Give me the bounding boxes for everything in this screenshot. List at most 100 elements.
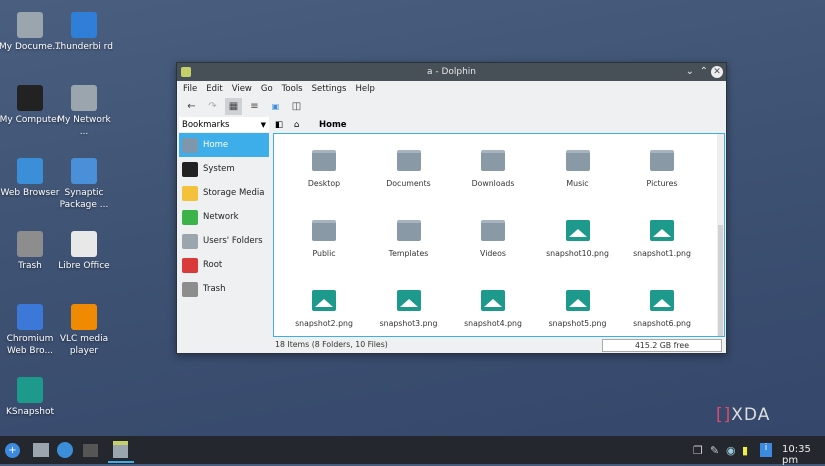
image-file-icon xyxy=(565,290,590,311)
desktop-icon[interactable]: Libre Office xyxy=(52,231,116,272)
places-item[interactable]: Home xyxy=(179,133,269,157)
desktop-icon-glyph xyxy=(71,12,97,38)
icons-view-icon[interactable]: ▦ xyxy=(225,98,242,115)
toolbar: ← ↷ ▦ ≡ ▣ ◫ xyxy=(177,97,726,116)
places-item[interactable]: Root xyxy=(179,253,269,277)
place-icon xyxy=(182,137,198,153)
folder-icon xyxy=(481,220,505,241)
file-item[interactable]: snapshot6.png xyxy=(620,290,704,328)
places-item[interactable]: Users' Folders xyxy=(179,229,269,253)
status-bar: 18 Items (8 Folders, 10 Files) 415.2 GB … xyxy=(273,337,724,353)
app-icon xyxy=(181,67,191,77)
dolphin-taskbar-icon[interactable] xyxy=(113,441,128,458)
file-name: Pictures xyxy=(646,179,678,188)
places-item-label: Users' Folders xyxy=(203,236,263,246)
menu-go[interactable]: Go xyxy=(261,81,273,97)
desktop-icon-label: My Network ... xyxy=(57,115,111,137)
software-center-icon[interactable] xyxy=(83,444,98,457)
places-item-label: System xyxy=(203,164,235,174)
menu-help[interactable]: Help xyxy=(356,81,375,97)
back-icon[interactable]: ← xyxy=(183,98,200,115)
file-name: Videos xyxy=(480,249,506,258)
places-item[interactable]: Network xyxy=(179,205,269,229)
file-item[interactable]: snapshot10.png xyxy=(536,220,620,258)
split-view-icon[interactable]: ◫ xyxy=(288,98,305,115)
panel-toggle-icon[interactable]: ◧ xyxy=(275,117,283,133)
file-item[interactable]: Templates xyxy=(367,220,451,258)
clipboard-icon[interactable]: ❐ xyxy=(693,444,703,457)
file-name: snapshot3.png xyxy=(379,319,438,328)
desktop-icon[interactable]: My Network ... xyxy=(52,85,116,138)
places-item[interactable]: Storage Media xyxy=(179,181,269,205)
battery-icon[interactable]: ▮ xyxy=(742,444,748,457)
forward-icon[interactable]: ↷ xyxy=(204,98,221,115)
places-item[interactable]: System xyxy=(179,157,269,181)
home-icon[interactable]: ⌂ xyxy=(294,117,299,133)
file-name: snapshot4.png xyxy=(464,319,522,328)
place-icon xyxy=(182,281,198,297)
start-menu-button[interactable]: + xyxy=(5,443,20,458)
dropdown-icon: ▼ xyxy=(260,121,266,129)
file-item[interactable]: Pictures xyxy=(620,150,704,188)
places-item-label: Root xyxy=(203,260,223,270)
desktop-icon-label: Synaptic Package ... xyxy=(59,188,109,210)
places-selector[interactable]: Bookmarks ▼ xyxy=(179,117,269,132)
image-file-icon xyxy=(396,290,421,311)
file-item[interactable]: snapshot3.png xyxy=(367,290,451,328)
desktop-icon[interactable]: KSnapshot xyxy=(0,377,62,418)
places-item[interactable]: Trash xyxy=(179,277,269,301)
network-icon[interactable]: ◉ xyxy=(726,444,736,457)
title-bar: a - Dolphin ⌄ ⌃ ✕ xyxy=(177,63,726,81)
window-title: a - Dolphin xyxy=(426,67,477,77)
places-panel: Home System Storage Media Network Users' Fol… xyxy=(179,133,269,301)
info-icon[interactable]: i xyxy=(760,443,772,457)
file-item[interactable]: snapshot1.png xyxy=(620,220,704,258)
details-view-icon[interactable]: ≡ xyxy=(246,98,263,115)
file-item[interactable]: snapshot2.png xyxy=(282,290,366,328)
desktop-icon[interactable]: VLC media player xyxy=(52,304,116,357)
folder-icon xyxy=(650,150,674,171)
clock[interactable]: 10:35 pm xyxy=(782,444,825,466)
scrollbar-thumb[interactable] xyxy=(718,224,723,336)
desktop-icon-glyph xyxy=(17,85,43,111)
maximize-button[interactable]: ⌃ xyxy=(700,63,708,81)
folder-icon xyxy=(565,150,590,171)
place-icon xyxy=(182,185,198,201)
file-name: Music xyxy=(566,179,589,188)
desktop-icon-glyph xyxy=(71,158,97,184)
image-file-icon xyxy=(565,220,590,241)
file-item[interactable]: snapshot5.png xyxy=(536,290,620,328)
menu-file[interactable]: File xyxy=(183,81,197,97)
file-item[interactable]: Documents xyxy=(367,150,451,188)
menu-tools[interactable]: Tools xyxy=(282,81,303,97)
desktop-icon-label: Thunderbi rd xyxy=(55,42,113,52)
desktop-icon[interactable]: Synaptic Package ... xyxy=(52,158,116,211)
minimize-button[interactable]: ⌄ xyxy=(686,63,694,81)
file-item[interactable]: Desktop xyxy=(282,150,366,188)
menu-edit[interactable]: Edit xyxy=(206,81,222,97)
file-name: Desktop xyxy=(307,179,341,188)
desktop-icon[interactable]: Thunderbi rd xyxy=(52,12,116,53)
places-item-label: Storage Media xyxy=(203,188,265,198)
file-item[interactable]: Videos xyxy=(451,220,535,258)
xda-watermark: []XDA xyxy=(716,405,771,425)
preview-icon[interactable]: ▣ xyxy=(267,98,284,115)
file-name: snapshot1.png xyxy=(633,249,691,258)
show-desktop-icon[interactable] xyxy=(33,443,49,457)
web-browser-icon[interactable] xyxy=(57,442,73,458)
device-icon[interactable]: ✎ xyxy=(710,444,719,457)
status-text: 18 Items (8 Folders, 10 Files) xyxy=(275,340,388,349)
breadcrumb[interactable]: Home xyxy=(319,117,347,133)
close-button[interactable]: ✕ xyxy=(711,66,723,78)
file-item[interactable]: Music xyxy=(536,150,620,188)
scrollbar[interactable] xyxy=(717,134,724,336)
desktop-icon-label: VLC media player xyxy=(59,334,109,356)
file-item[interactable]: snapshot4.png xyxy=(451,290,535,328)
file-item[interactable]: Downloads xyxy=(451,150,535,188)
desktop-icon-glyph xyxy=(17,377,43,403)
file-item[interactable]: Public xyxy=(282,220,366,258)
menu-settings[interactable]: Settings xyxy=(312,81,347,97)
file-name: Templates xyxy=(388,249,429,258)
menu-view[interactable]: View xyxy=(232,81,252,97)
folder-icon xyxy=(396,220,421,241)
